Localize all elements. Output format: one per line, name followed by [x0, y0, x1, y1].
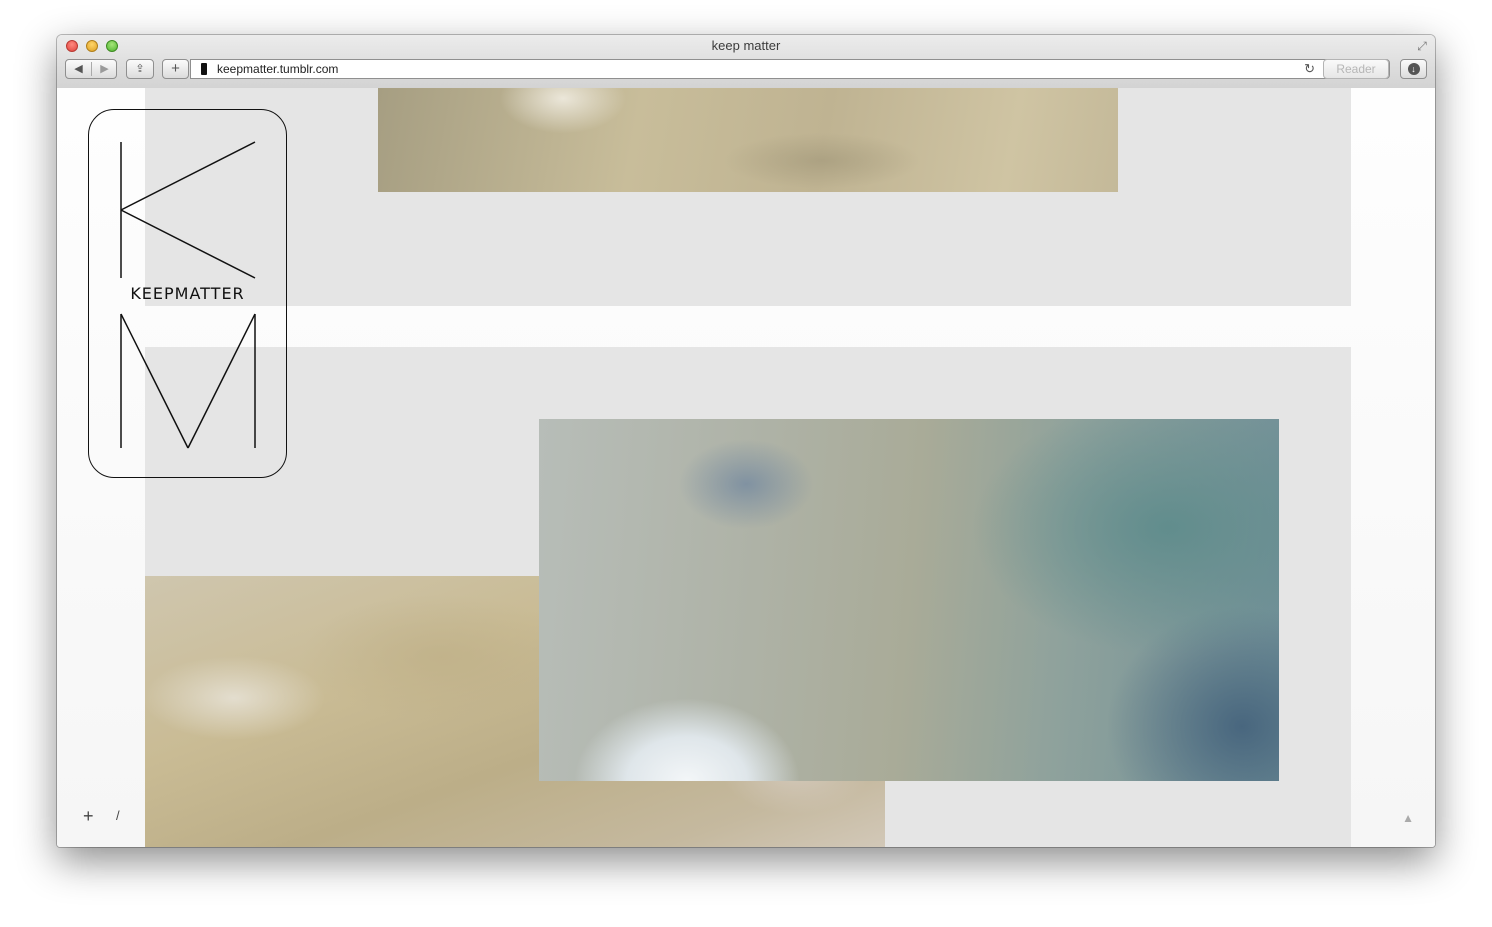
- reload-icon[interactable]: ↻: [1304, 61, 1315, 77]
- new-tab-button[interactable]: +: [162, 59, 189, 79]
- address-bar[interactable]: keepmatter.tumblr.com ↻ Reader: [190, 59, 1390, 79]
- download-icon: ↓: [1407, 63, 1420, 75]
- window-title: keep matter: [711, 38, 781, 53]
- plus-icon[interactable]: +: [83, 806, 94, 827]
- scroll-to-top-icon[interactable]: ▲: [1402, 811, 1414, 825]
- back-button[interactable]: ◀: [66, 60, 91, 78]
- logo-wordmark: KEEPMATTER: [130, 284, 245, 303]
- reader-button[interactable]: Reader: [1323, 59, 1389, 79]
- browser-window: keep matter ⤢ ◀ ▶ ⇪ + keepmatter.tumblr.…: [57, 35, 1435, 847]
- slash-link[interactable]: /: [116, 808, 120, 823]
- url-text[interactable]: keepmatter.tumblr.com: [217, 62, 338, 76]
- page-content: KEEPMATTER + / ▲: [57, 88, 1435, 847]
- share-button[interactable]: ⇪: [126, 59, 154, 79]
- fullscreen-icon[interactable]: ⤢: [1415, 39, 1429, 53]
- navigation-buttons: ◀ ▶: [65, 59, 117, 79]
- site-logo[interactable]: KEEPMATTER: [88, 109, 287, 478]
- aerial-photo-top[interactable]: [378, 88, 1118, 192]
- site-icon: [201, 63, 207, 75]
- aerial-photo-salt-lake[interactable]: [539, 419, 1279, 781]
- downloads-button[interactable]: ↓: [1400, 59, 1427, 79]
- title-bar: keep matter ⤢ ◀ ▶ ⇪ + keepmatter.tumblr.…: [57, 35, 1435, 89]
- forward-button[interactable]: ▶: [92, 60, 117, 78]
